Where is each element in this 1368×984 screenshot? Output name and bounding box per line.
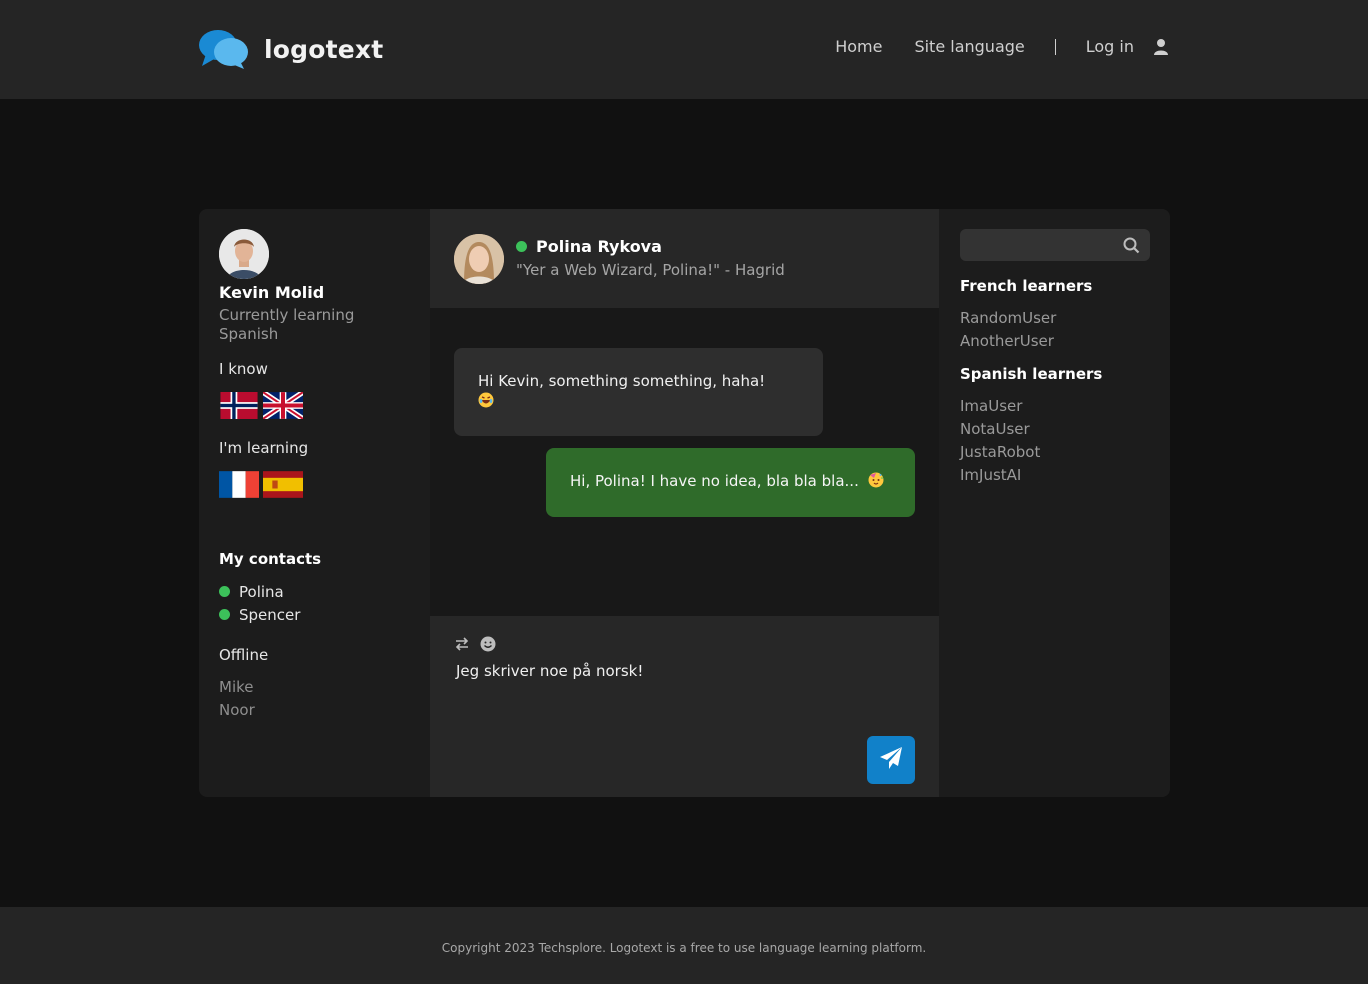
spanish-learners-title: Spanish learners xyxy=(960,365,1103,383)
contact-polina[interactable]: Polina xyxy=(219,580,410,603)
site-footer: Copyright 2023 Techsplore. Logotext is a… xyxy=(0,907,1368,984)
logo[interactable]: logotext xyxy=(198,28,383,70)
online-status-dot xyxy=(219,586,230,597)
profile-name: Kevin Molid xyxy=(219,283,325,302)
france-flag-icon xyxy=(219,471,259,498)
nav-site-language[interactable]: Site language xyxy=(914,37,1024,56)
search-box xyxy=(960,229,1150,261)
contact-mike[interactable]: Mike xyxy=(219,676,410,699)
logo-text: logotext xyxy=(264,34,384,64)
learner-item[interactable]: ImJustAI xyxy=(960,464,1150,487)
chat-bubbles-logo-icon xyxy=(198,28,250,70)
online-status-dot xyxy=(219,609,230,620)
spanish-learners-list: ImaUser NotaUser JustaRobot ImJustAI xyxy=(960,395,1150,487)
footer-copyright: Copyright 2023 Techsplore. Logotext is a… xyxy=(441,941,927,955)
french-learners-title: French learners xyxy=(960,277,1093,295)
online-status-dot xyxy=(516,241,527,252)
conversation-header: Polina Rykova "Yer a Web Wizard, Polina!… xyxy=(430,209,939,308)
nav-home[interactable]: Home xyxy=(835,37,882,56)
send-button[interactable] xyxy=(867,736,915,784)
partner-name[interactable]: Polina Rykova xyxy=(516,237,662,256)
partner-quote: "Yer a Web Wizard, Polina!" - Hagrid xyxy=(516,261,785,279)
learning-languages xyxy=(219,471,410,498)
chat-card: Kevin Molid Currently learning Spanish I… xyxy=(199,209,1170,797)
spain-flag-icon xyxy=(263,471,303,498)
main-nav: Home Site language Log in xyxy=(835,37,1170,56)
profile-status: Currently learning Spanish xyxy=(219,306,355,343)
conversation-panel: Polina Rykova "Yer a Web Wizard, Polina!… xyxy=(430,209,939,797)
search-input[interactable] xyxy=(960,229,1110,261)
norway-flag-icon xyxy=(219,392,259,419)
partner-avatar[interactable] xyxy=(454,234,504,284)
learner-item[interactable]: RandomUser xyxy=(960,307,1150,330)
learners-panel: French learners RandomUser AnotherUser S… xyxy=(940,209,1170,797)
outgoing-message: Hi, Polina! I have no idea, bla bla bla.… xyxy=(546,448,915,517)
uk-flag-icon xyxy=(261,389,305,422)
site-header: logotext Home Site language Log in xyxy=(0,0,1368,99)
emoji-picker-icon[interactable] xyxy=(480,636,496,652)
learning-label: I'm learning xyxy=(219,439,309,457)
party-emoji-icon xyxy=(868,472,884,488)
learner-item[interactable]: NotaUser xyxy=(960,418,1150,441)
known-languages xyxy=(219,389,410,422)
learner-item[interactable]: JustaRobot xyxy=(960,441,1150,464)
contact-noor[interactable]: Noor xyxy=(219,699,410,722)
nav-log-in[interactable]: Log in xyxy=(1086,37,1134,56)
i-know-label: I know xyxy=(219,360,268,378)
search-icon[interactable] xyxy=(1123,237,1140,254)
my-contacts-title: My contacts xyxy=(219,550,322,568)
incoming-message: Hi Kevin, something something, haha! xyxy=(454,348,823,436)
message-input[interactable]: Jeg skriver noe på norsk! xyxy=(456,662,643,680)
learner-item[interactable]: AnotherUser xyxy=(960,330,1150,353)
paper-plane-icon xyxy=(878,745,904,775)
offline-title: Offline xyxy=(219,646,269,664)
profile-panel: Kevin Molid Currently learning Spanish I… xyxy=(199,209,430,797)
french-learners-list: RandomUser AnotherUser xyxy=(960,307,1150,353)
composer-tools xyxy=(454,636,496,652)
message-composer: Jeg skriver noe på norsk! xyxy=(430,616,939,797)
offline-contacts: Mike Noor xyxy=(219,676,410,722)
translate-swap-icon[interactable] xyxy=(454,636,470,652)
learner-item[interactable]: ImaUser xyxy=(960,395,1150,418)
laughing-emoji-icon xyxy=(478,392,494,408)
nav-divider xyxy=(1054,38,1056,55)
online-contacts: Polina Spencer xyxy=(219,580,410,626)
user-icon[interactable] xyxy=(1152,38,1170,56)
contact-spencer[interactable]: Spencer xyxy=(219,603,410,626)
profile-avatar[interactable] xyxy=(219,229,269,279)
